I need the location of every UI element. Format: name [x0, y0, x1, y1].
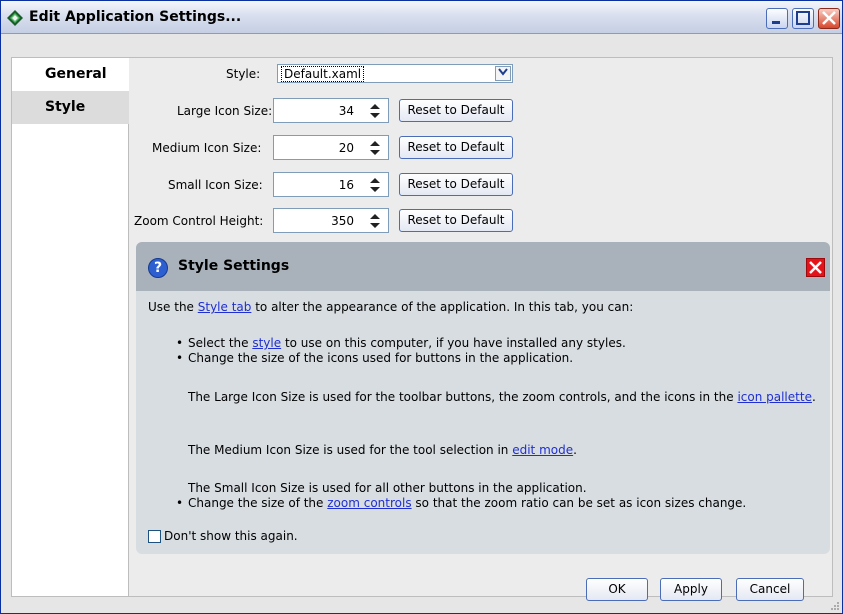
settings-window: Edit Application Settings... General Sty…	[0, 0, 843, 614]
help-panel-title: Style Settings	[178, 258, 290, 274]
help-question-icon: ?	[148, 258, 168, 278]
minimize-button[interactable]	[766, 8, 788, 29]
help-intro: Use the Style tab to alter the appearanc…	[148, 300, 634, 314]
maximize-icon	[796, 11, 810, 25]
resize-grip-icon[interactable]	[830, 601, 840, 611]
help-bullet-icon-size: Change the size of the icons used for bu…	[188, 351, 574, 365]
help-medium-icon-text: The Medium Icon Size is used for the too…	[188, 443, 577, 457]
style-settings-help-panel: ? Style Settings Use the Style tab to al…	[136, 242, 830, 554]
spinner-arrows-icon[interactable]	[368, 139, 382, 157]
dont-show-again-checkbox[interactable]	[148, 530, 161, 543]
zoom-control-height-label: Zoom Control Height:	[134, 214, 264, 228]
medium-icon-size-label: Medium Icon Size:	[152, 141, 262, 155]
style-label: Style:	[226, 67, 261, 81]
large-icon-size-label: Large Icon Size:	[177, 104, 273, 118]
help-large-icon-text: The Large Icon Size is used for the tool…	[188, 390, 816, 404]
icon-pallette-link[interactable]: icon pallette	[737, 390, 812, 404]
help-bullet-style: Select the style to use on this computer…	[188, 336, 626, 350]
reset-large-icon-size-button[interactable]: Reset to Default	[399, 99, 513, 122]
spinner-arrows-icon[interactable]	[368, 102, 382, 120]
small-icon-size-label: Small Icon Size:	[168, 178, 263, 192]
edit-mode-link[interactable]: edit mode	[512, 443, 573, 457]
ok-button[interactable]: OK	[586, 578, 648, 601]
large-icon-size-spinner[interactable]: 34	[273, 98, 389, 123]
help-small-icon-text: The Small Icon Size is used for all othe…	[188, 481, 587, 495]
large-icon-size-value: 34	[338, 104, 354, 118]
reset-medium-icon-size-button[interactable]: Reset to Default	[399, 136, 513, 159]
style-select[interactable]: Default.xaml	[277, 64, 513, 83]
style-select-value: Default.xaml	[281, 66, 365, 82]
zoom-controls-link[interactable]: zoom controls	[327, 496, 411, 510]
cancel-button[interactable]: Cancel	[736, 578, 804, 601]
maximize-button[interactable]	[792, 8, 814, 29]
title-bar[interactable]: Edit Application Settings...	[1, 1, 842, 34]
reset-zoom-control-height-button[interactable]: Reset to Default	[399, 209, 513, 232]
spinner-arrows-icon[interactable]	[368, 176, 382, 194]
bullet-icon: •	[176, 496, 184, 510]
close-help-panel-button[interactable]	[806, 258, 825, 277]
help-bullet-zoom: Change the size of the zoom controls so …	[188, 496, 747, 510]
zoom-control-height-spinner[interactable]: 350	[273, 208, 389, 233]
close-icon	[809, 261, 822, 274]
chevron-down-icon[interactable]	[495, 66, 511, 81]
app-diamond-icon	[7, 10, 23, 26]
help-panel-header: ? Style Settings	[136, 242, 830, 291]
style-tab-link[interactable]: Style tab	[198, 300, 252, 314]
small-icon-size-spinner[interactable]: 16	[273, 172, 389, 197]
tab-general[interactable]: General	[12, 58, 129, 91]
bullet-icon: •	[176, 351, 184, 365]
close-window-button[interactable]	[818, 8, 840, 29]
reset-small-icon-size-button[interactable]: Reset to Default	[399, 173, 513, 196]
settings-tab-list: General Style	[11, 57, 129, 597]
zoom-control-height-value: 350	[331, 214, 354, 228]
minimize-icon	[772, 21, 780, 24]
apply-button[interactable]: Apply	[660, 578, 722, 601]
medium-icon-size-spinner[interactable]: 20	[273, 135, 389, 160]
spinner-arrows-icon[interactable]	[368, 212, 382, 230]
tab-style[interactable]: Style	[12, 91, 129, 124]
bullet-icon: •	[176, 336, 184, 350]
close-icon	[822, 11, 836, 25]
dont-show-again-label[interactable]: Don't show this again.	[164, 529, 298, 543]
medium-icon-size-value: 20	[338, 141, 354, 155]
style-link[interactable]: style	[252, 336, 281, 350]
window-title: Edit Application Settings...	[29, 9, 242, 25]
small-icon-size-value: 16	[338, 178, 354, 192]
